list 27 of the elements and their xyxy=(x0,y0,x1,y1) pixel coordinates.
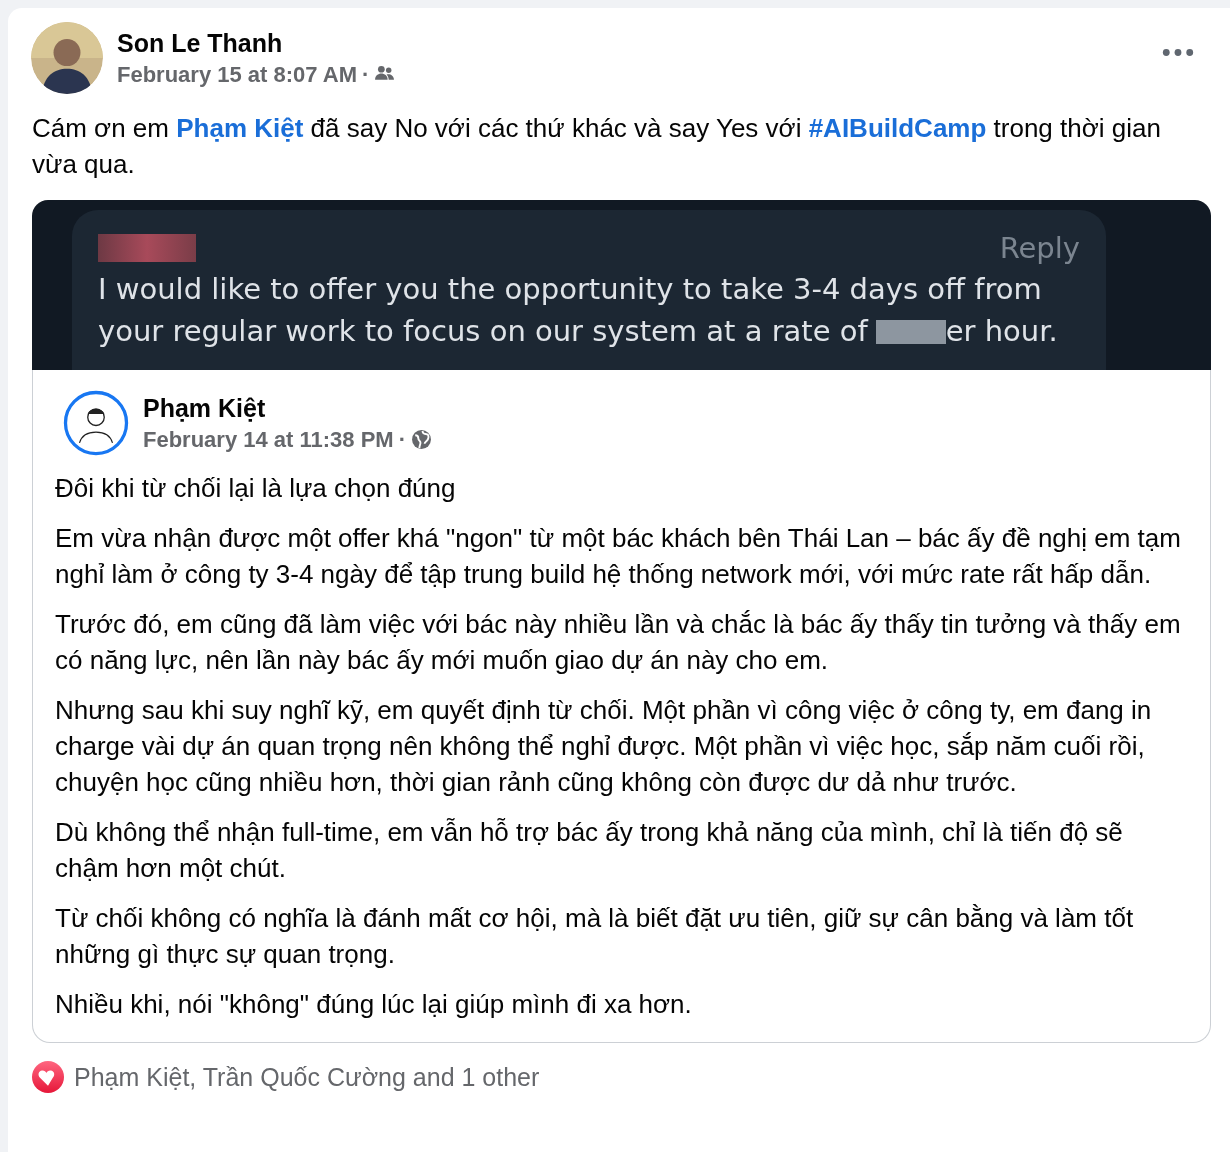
post-time[interactable]: February 15 at 8:07 AM xyxy=(117,61,358,88)
love-reaction-icon xyxy=(32,1061,64,1093)
message-line: your regular work to focus on our system at a rate of xyxy=(98,313,868,350)
message-line: er hour. xyxy=(945,313,1058,350)
separator-dot: · xyxy=(398,426,406,453)
post-caption: Cám ơn em Phạm Kiệt đã say No với các thứ khác và say Yes với #AIBuildCamp trong thời gian vừa qua. xyxy=(32,112,1162,181)
blurred-amount xyxy=(875,320,946,344)
post-time[interactable]: February 14 at 11:38 PM xyxy=(143,426,394,453)
avatar xyxy=(31,22,103,94)
post-paragraph: Nhiều khi, nói "không" đúng lúc lại giúp mình đi xa hơn. xyxy=(55,988,693,1021)
avatar xyxy=(63,390,129,456)
author-name[interactable]: Son Le Thanh xyxy=(117,28,396,58)
globe-icon xyxy=(411,429,432,450)
message-line: I would like to offer you the opportunity to take 3-4 days off from xyxy=(98,271,1042,308)
reply-label: Reply xyxy=(999,231,1080,265)
post-paragraph: Từ chối không có nghĩa là đánh mất cơ hội, mà là biết đặt ưu tiên, giữ sự cân bằng và làm tốt những gì thực sự quan trọng. xyxy=(55,902,1135,971)
mention-link[interactable]: Phạm Kiệt xyxy=(176,113,304,143)
separator-dot: · xyxy=(362,61,370,88)
post-paragraph: Em vừa nhận được một offer khá "ngon" từ một bác khách bên Thái Lan – bác ấy đề nghị em tạm nghỉ làm ở công ty 3-4 ngày để tập trung build hệ thống network mới, với mức rate rất hấp dẫn. xyxy=(55,522,1182,591)
more-icon[interactable] xyxy=(1162,48,1194,57)
post-paragraph: Trước đó, em cũng đã làm việc với bác này nhiều lần và chắc là bác ấy thấy tin tưởng và thấy em có năng lực, nên lần này bác ấy mới muốn giao dự án này cho em. xyxy=(55,608,1182,677)
hashtag-link[interactable]: #AIBuildCamp xyxy=(808,113,987,143)
post-paragraph: Đôi khi từ chối lại là lựa chọn đúng xyxy=(55,472,457,505)
post-paragraph: Nhưng sau khi suy nghĩ kỹ, em quyết định từ chối. Một phần vì công việc ở công ty, em đang in charge vài dự án quan trọng nên không thể nghỉ được. Một phần vì việc học, sắp năm cuối rồi, chuyện học cũng nhiều hơn, thời gian rảnh cũng không còn được dư dả như trước. xyxy=(55,694,1153,799)
post-paragraph: Dù không thể nhận full-time, em vẫn hỗ trợ bác ấy trong khả năng của mình, chỉ là tiến độ sẽ chậm hơn một chút. xyxy=(55,816,1124,885)
reaction-names[interactable]: Phạm Kiệt, Trần Quốc Cường and 1 other xyxy=(74,1062,540,1092)
author-name[interactable]: Phạm Kiệt xyxy=(143,393,432,423)
